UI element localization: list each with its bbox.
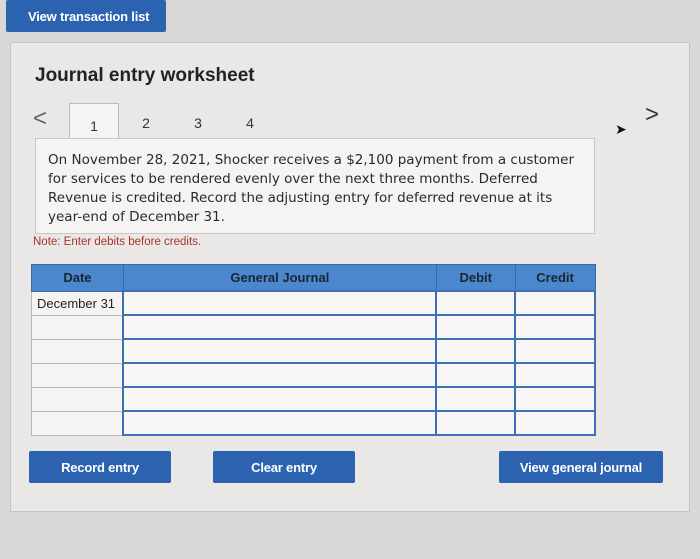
date-cell[interactable]: December 31 (31, 290, 124, 316)
date-cell[interactable] (31, 386, 124, 412)
debit-input[interactable] (435, 338, 517, 364)
header-debit: Debit (435, 264, 516, 292)
table-row (31, 362, 596, 388)
credit-input[interactable] (514, 386, 596, 412)
question-text: On November 28, 2021, Shocker receives a… (35, 138, 595, 234)
journal-input[interactable] (122, 386, 438, 412)
credit-input[interactable] (514, 338, 596, 364)
table-row (31, 410, 596, 436)
record-entry-button[interactable]: Record entry (29, 451, 171, 483)
table-row (31, 314, 596, 340)
header-credit: Credit (514, 264, 596, 292)
debit-input[interactable] (435, 290, 517, 316)
credit-input[interactable] (514, 362, 596, 388)
journal-table: Date General Journal Debit Credit Decemb… (31, 264, 596, 436)
page-title: Journal entry worksheet (35, 65, 255, 86)
table-row (31, 386, 596, 412)
chevron-left-icon[interactable]: < (33, 105, 47, 133)
journal-input[interactable] (122, 314, 438, 340)
journal-input[interactable] (122, 338, 438, 364)
header-date: Date (31, 264, 124, 292)
header-general-journal: General Journal (122, 264, 437, 292)
debit-input[interactable] (435, 362, 517, 388)
date-cell[interactable] (31, 362, 124, 388)
date-cell[interactable] (31, 338, 124, 364)
credit-input[interactable] (514, 314, 596, 340)
journal-input[interactable] (122, 290, 438, 316)
credit-input[interactable] (514, 290, 596, 316)
table-row (31, 338, 596, 364)
debit-input[interactable] (435, 386, 517, 412)
journal-input[interactable] (122, 362, 438, 388)
debit-input[interactable] (435, 314, 517, 340)
date-cell[interactable] (31, 314, 124, 340)
debit-input[interactable] (435, 410, 517, 436)
chevron-right-icon[interactable]: > (645, 101, 659, 129)
view-transaction-list-button[interactable]: View transaction list (6, 0, 166, 32)
table-row: December 31 (31, 290, 596, 316)
date-cell[interactable] (31, 410, 124, 436)
mouse-cursor-icon: ➤ (615, 121, 627, 137)
journal-entry-worksheet-panel: Journal entry worksheet < > 1 2 3 4 ➤ On… (10, 42, 690, 512)
journal-input[interactable] (122, 410, 438, 436)
tab-3[interactable]: 3 (173, 103, 223, 143)
view-general-journal-button[interactable]: View general journal (499, 451, 663, 483)
table-header-row: Date General Journal Debit Credit (31, 264, 596, 292)
clear-entry-button[interactable]: Clear entry (213, 451, 355, 483)
note-text: Note: Enter debits before credits. (33, 236, 202, 248)
tab-2[interactable]: 2 (121, 103, 171, 143)
credit-input[interactable] (514, 410, 596, 436)
tab-4[interactable]: 4 (225, 103, 275, 143)
